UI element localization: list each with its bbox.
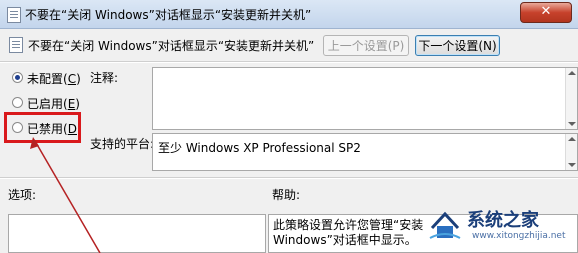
watermark: 系统之家 www.xitongzhijia.net [420,200,578,253]
site-logo-icon [429,211,461,239]
watermark-url: www.xitongzhijia.net [472,231,566,241]
watermark-title: 系统之家 [467,210,539,231]
